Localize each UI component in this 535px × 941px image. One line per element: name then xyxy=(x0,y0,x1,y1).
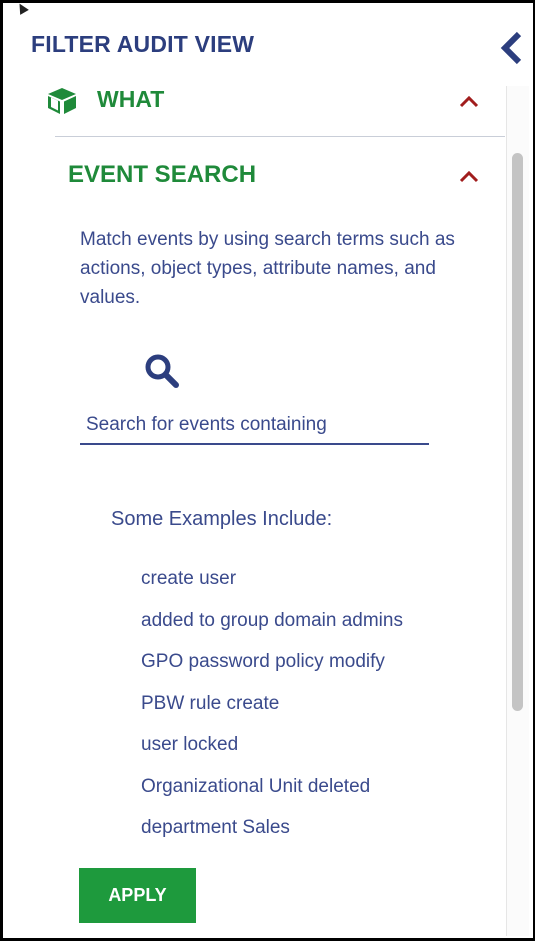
mouse-cursor-icon xyxy=(15,1,29,15)
chevron-left-icon xyxy=(500,31,522,65)
event-search-description: Match events by using search terms such … xyxy=(80,229,455,308)
example-item[interactable]: PBW rule create xyxy=(141,683,403,725)
section-what-header[interactable]: WHAT xyxy=(47,83,487,119)
example-item[interactable]: department Sales xyxy=(141,807,403,849)
section-what-label: WHAT xyxy=(97,86,165,112)
example-item[interactable]: create user xyxy=(141,558,403,600)
chevron-up-icon[interactable] xyxy=(458,95,480,109)
filter-audit-panel: FILTER AUDIT VIEW WHAT EVENT SEARCH Matc… xyxy=(0,0,535,941)
collapse-panel-button[interactable] xyxy=(499,31,525,65)
examples-list: create user added to group domain admins… xyxy=(141,558,403,849)
examples-heading: Some Examples Include: xyxy=(111,508,333,530)
example-item[interactable]: user locked xyxy=(141,724,403,766)
example-item[interactable]: Organizational Unit deleted xyxy=(141,766,403,808)
section-divider xyxy=(55,136,505,137)
example-item[interactable]: added to group domain admins xyxy=(141,600,403,642)
event-search-input[interactable] xyxy=(80,407,429,445)
chevron-up-icon[interactable] xyxy=(458,170,480,184)
panel-title: FILTER AUDIT VIEW xyxy=(31,31,255,57)
example-item[interactable]: GPO password policy modify xyxy=(141,641,403,683)
apply-button[interactable]: APPLY xyxy=(79,868,196,923)
search-icon xyxy=(145,354,179,388)
event-search-title[interactable]: EVENT SEARCH xyxy=(68,161,256,189)
cube-icon xyxy=(48,88,76,114)
scrollbar-thumb[interactable] xyxy=(512,153,523,711)
